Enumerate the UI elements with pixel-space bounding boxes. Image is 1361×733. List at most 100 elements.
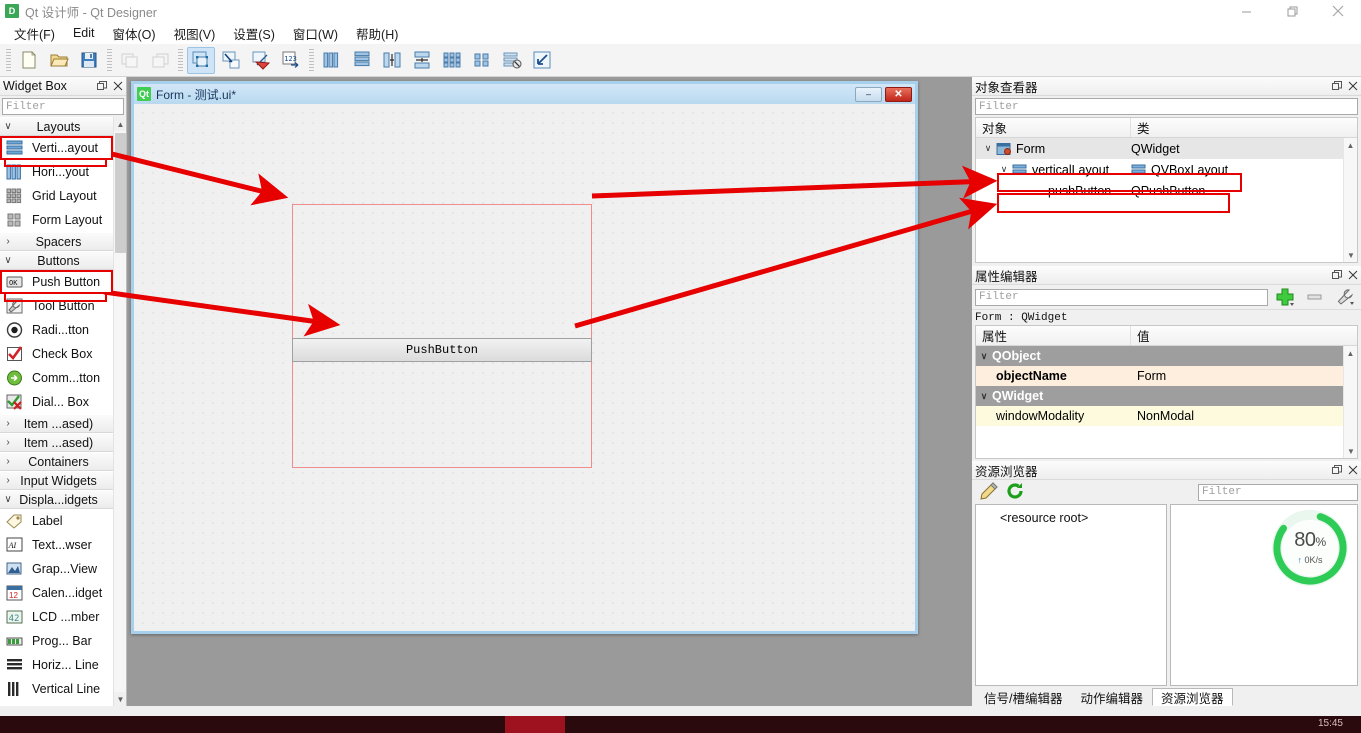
float-icon[interactable] xyxy=(1329,267,1345,283)
property-objectname-value[interactable]: Form xyxy=(1137,369,1166,383)
edit-signals-slots-button[interactable] xyxy=(217,47,245,74)
object-inspector-filter-input[interactable]: Filter xyxy=(975,98,1358,115)
toolbar-grip-2[interactable] xyxy=(107,49,112,71)
property-editor-filter-input[interactable]: Filter xyxy=(975,288,1268,306)
property-grid[interactable]: 属性 值 ∨ QObject objectName Form ∨ QWidget windo… xyxy=(975,325,1358,459)
group-containers[interactable]: › Containers xyxy=(0,452,113,471)
new-form-button[interactable] xyxy=(15,47,43,74)
menu-view[interactable]: 视图(V) xyxy=(165,22,225,45)
form-minimize-icon[interactable]: – xyxy=(855,86,882,102)
scroll-up-icon[interactable]: ▲ xyxy=(114,117,126,131)
widget-push-button[interactable]: OK Push Button xyxy=(0,270,113,294)
group-buttons[interactable]: ∨ Buttons xyxy=(0,251,113,270)
resource-browser-filter-input[interactable]: Filter xyxy=(1198,483,1358,501)
toolbar-grip[interactable] xyxy=(6,49,11,71)
property-objectname[interactable]: objectName Form xyxy=(976,366,1357,386)
close-icon[interactable] xyxy=(1345,267,1361,283)
remove-icon[interactable] xyxy=(1302,287,1328,307)
widget-progress-bar[interactable]: Prog... Bar xyxy=(0,629,113,653)
tab-signal-slot-editor[interactable]: 信号/槽编辑器 xyxy=(975,688,1071,706)
widget-radio-button[interactable]: Radi...tton xyxy=(0,318,113,342)
redo-button[interactable] xyxy=(146,47,174,74)
widget-grid-layout[interactable]: Grid Layout xyxy=(0,184,113,208)
open-form-button[interactable] xyxy=(45,47,73,74)
taskbar-active-item[interactable] xyxy=(505,716,565,733)
group-item-views[interactable]: › Item ...ased) xyxy=(0,414,113,433)
column-header-class[interactable]: 类 xyxy=(1131,118,1357,137)
vertical-layout-outline[interactable] xyxy=(292,204,592,468)
widget-vertical-line[interactable]: Vertical Line xyxy=(0,677,113,701)
wrench-icon[interactable] xyxy=(1332,287,1358,307)
widget-dialog-button-box[interactable]: Dial... Box xyxy=(0,390,113,414)
widget-graphics-view[interactable]: Grap...View xyxy=(0,557,113,581)
resource-root-label[interactable]: <resource root> xyxy=(1000,511,1088,525)
widget-check-box[interactable]: Check Box xyxy=(0,342,113,366)
layout-splitter-horizontal-button[interactable] xyxy=(378,47,406,74)
float-icon[interactable] xyxy=(1329,78,1345,94)
widget-vertical-layout[interactable]: Verti...ayout xyxy=(0,136,113,160)
float-icon[interactable] xyxy=(1329,462,1345,478)
tab-resource-browser[interactable]: 资源浏览器 xyxy=(1152,688,1233,706)
widget-lcd-number[interactable]: 42 LCD ...mber xyxy=(0,605,113,629)
property-group-qwidget[interactable]: ∨ QWidget xyxy=(976,386,1357,406)
menu-edit[interactable]: Edit xyxy=(64,24,104,42)
form-push-button[interactable]: PushButton xyxy=(292,338,592,362)
property-grid-scrollbar[interactable]: ▲ ▼ xyxy=(1343,346,1357,458)
chevron-down-icon[interactable]: ∨ xyxy=(980,143,996,154)
resource-root-tree[interactable]: <resource root> xyxy=(975,504,1167,686)
save-form-button[interactable] xyxy=(75,47,103,74)
form-close-icon[interactable]: ✕ xyxy=(885,86,912,102)
close-icon[interactable] xyxy=(1345,462,1361,478)
add-icon[interactable] xyxy=(1272,287,1298,307)
close-icon[interactable] xyxy=(1345,78,1361,94)
chevron-down-icon[interactable]: ∨ xyxy=(976,391,992,402)
close-icon[interactable] xyxy=(1315,0,1361,22)
widget-box-list[interactable]: ∨ Layouts Verti...ayout Hori...yout Grid Lay… xyxy=(0,117,126,706)
menu-file[interactable]: 文件(F) xyxy=(5,22,64,45)
layout-grid-button[interactable] xyxy=(438,47,466,74)
menu-settings[interactable]: 设置(S) xyxy=(224,22,284,45)
property-windowmodality-value[interactable]: NonModal xyxy=(1137,409,1194,423)
layout-horizontally-button[interactable] xyxy=(318,47,346,74)
close-icon[interactable] xyxy=(110,78,126,94)
undo-button[interactable] xyxy=(116,47,144,74)
widget-calendar-widget[interactable]: 12 Calen...idget xyxy=(0,581,113,605)
adjust-size-button[interactable] xyxy=(528,47,556,74)
edit-buddies-button[interactable] xyxy=(247,47,275,74)
scroll-down-icon[interactable]: ▼ xyxy=(1344,444,1357,458)
toolbar-grip-3[interactable] xyxy=(178,49,183,71)
property-group-qobject[interactable]: ∨ QObject xyxy=(976,346,1357,366)
edit-tab-order-button[interactable]: 123 xyxy=(277,47,305,74)
tree-row-form[interactable]: ∨ Form QWidget xyxy=(976,138,1357,159)
layout-splitter-vertical-button[interactable] xyxy=(408,47,436,74)
taskbar[interactable]: 15:45 xyxy=(0,716,1361,733)
column-header-value[interactable]: 值 xyxy=(1131,326,1357,345)
tab-action-editor[interactable]: 动作编辑器 xyxy=(1071,688,1152,706)
widget-horizontal-line[interactable]: Horiz... Line xyxy=(0,653,113,677)
edit-widgets-button[interactable] xyxy=(187,46,215,74)
minimize-icon[interactable] xyxy=(1223,0,1269,22)
widget-form-layout[interactable]: Form Layout xyxy=(0,208,113,232)
column-header-object[interactable]: 对象 xyxy=(976,118,1131,137)
widget-box-scrollbar[interactable]: ▲ ▼ xyxy=(113,117,126,706)
scrollbar-thumb[interactable] xyxy=(115,133,126,253)
group-display-widgets[interactable]: ∨ Displa...idgets xyxy=(0,490,113,509)
scroll-up-icon[interactable]: ▲ xyxy=(1344,138,1357,152)
group-input-widgets[interactable]: › Input Widgets xyxy=(0,471,113,490)
restore-icon[interactable] xyxy=(1269,0,1315,22)
chevron-down-icon[interactable]: ∨ xyxy=(976,351,992,362)
menu-form[interactable]: 窗体(O) xyxy=(104,22,165,45)
resource-preview-pane[interactable]: 80% ↑ 0K/s xyxy=(1170,504,1358,686)
pencil-icon[interactable] xyxy=(979,481,999,504)
group-item-widgets[interactable]: › Item ...ased) xyxy=(0,433,113,452)
layout-form-button[interactable] xyxy=(468,47,496,74)
scroll-down-icon[interactable]: ▼ xyxy=(114,692,126,706)
widget-text-browser[interactable]: AI Text...wser xyxy=(0,533,113,557)
widget-label[interactable]: Label xyxy=(0,509,113,533)
group-spacers[interactable]: › Spacers xyxy=(0,232,113,251)
widget-command-link-button[interactable]: Comm...tton xyxy=(0,366,113,390)
float-icon[interactable] xyxy=(94,78,110,94)
column-header-property[interactable]: 属性 xyxy=(976,326,1131,345)
object-tree-scrollbar[interactable]: ▲ ▼ xyxy=(1343,138,1357,262)
scroll-up-icon[interactable]: ▲ xyxy=(1344,346,1357,360)
